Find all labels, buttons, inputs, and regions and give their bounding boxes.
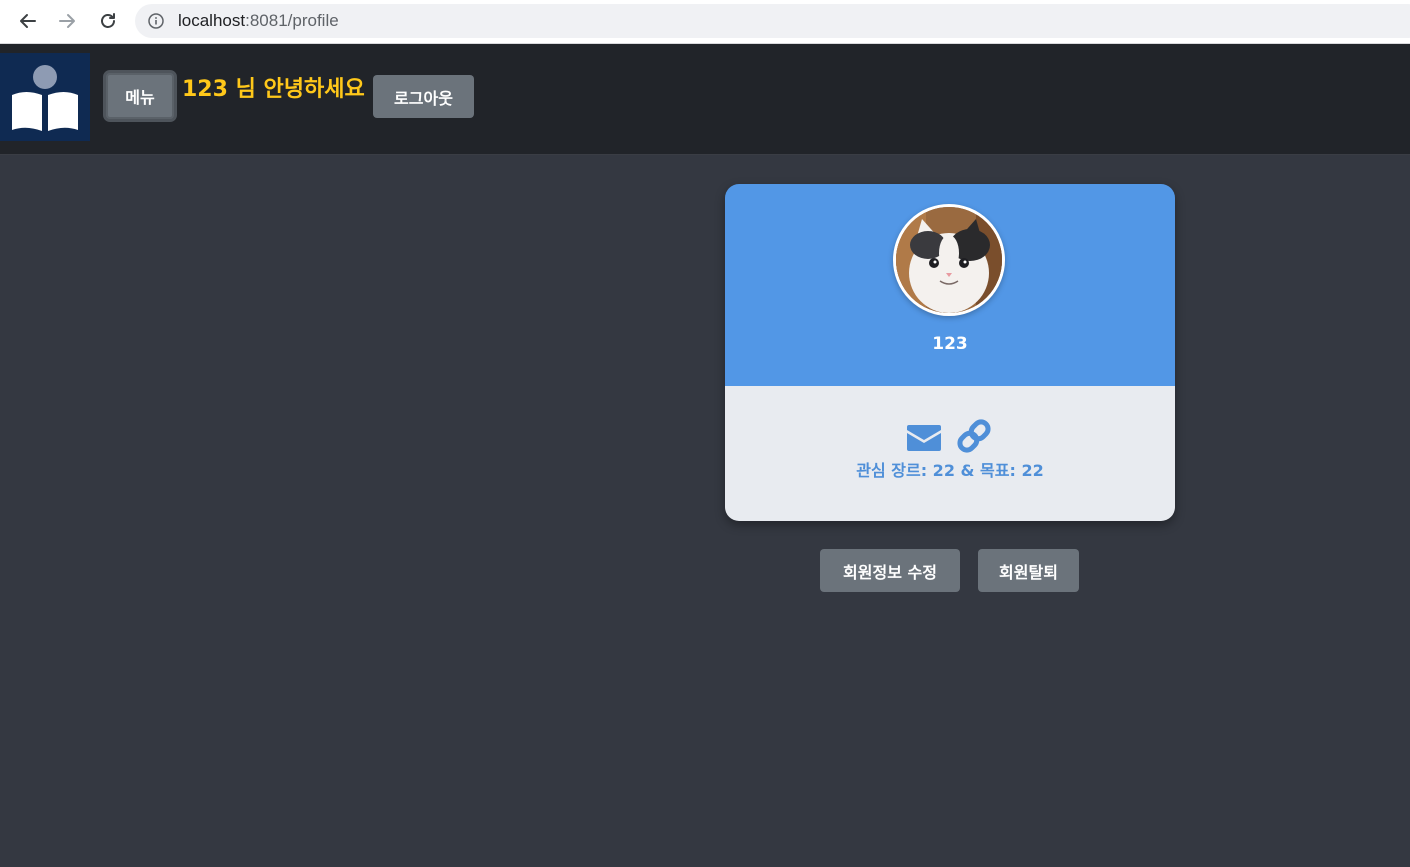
profile-card: 123 관심 장르: 22 & 목표: 22 <box>725 184 1175 521</box>
logo[interactable] <box>0 53 90 141</box>
app-header: 메뉴 123 님 안녕하세요 로그아웃 <box>0 44 1410 155</box>
profile-card-body <box>725 386 1175 521</box>
forward-button[interactable] <box>52 6 82 36</box>
arrow-right-icon <box>59 14 75 28</box>
url-host: localhost <box>178 11 246 30</box>
profile-card-header: 123 <box>725 184 1175 386</box>
withdraw-button[interactable]: 회원탈퇴 <box>978 549 1079 592</box>
interest-goal-text: 관심 장르: 22 & 목표: 22 <box>856 461 1044 480</box>
edit-profile-button[interactable]: 회원정보 수정 <box>820 549 960 592</box>
back-button[interactable] <box>13 6 43 36</box>
open-book-reader-icon <box>12 65 78 131</box>
url-text[interactable]: localhost:8081/profile <box>178 11 339 31</box>
arrow-left-icon <box>20 14 36 28</box>
browser-toolbar: localhost:8081/profile <box>0 0 1410 44</box>
info-icon[interactable] <box>148 13 164 29</box>
cat-avatar-image <box>896 207 1002 313</box>
greeting-text: 123 님 안녕하세요 <box>182 77 365 102</box>
address-bar[interactable]: localhost:8081/profile <box>135 4 1410 38</box>
reload-button[interactable] <box>93 6 123 36</box>
menu-button[interactable]: 메뉴 <box>103 70 177 122</box>
logout-button[interactable]: 로그아웃 <box>373 75 474 118</box>
chain-link-icon[interactable] <box>956 418 992 454</box>
url-path: :8081/profile <box>245 11 339 30</box>
reload-icon <box>101 13 115 28</box>
profile-username: 123 <box>932 334 968 354</box>
avatar <box>893 204 1005 316</box>
envelope-icon[interactable] <box>906 424 942 452</box>
